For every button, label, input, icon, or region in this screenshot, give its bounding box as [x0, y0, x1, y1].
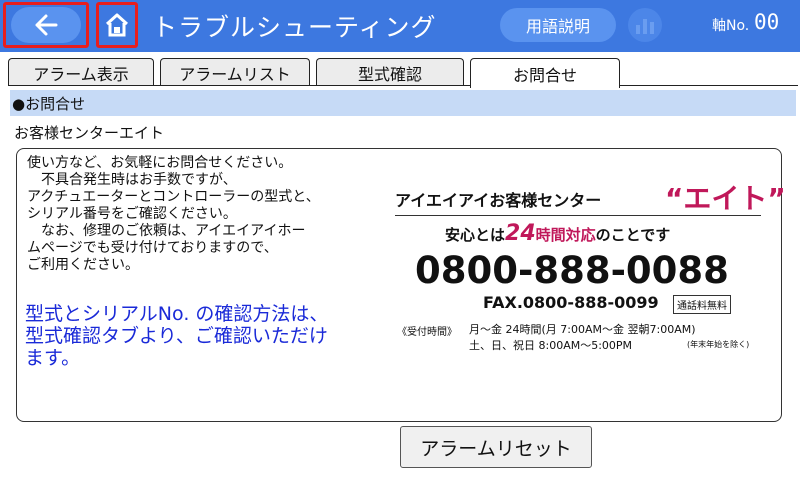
back-button-pill — [11, 7, 81, 43]
tagline-highlight: 時間対応 — [535, 226, 596, 244]
axis-number-label: 軸No. — [712, 18, 750, 34]
chart-button[interactable] — [628, 8, 662, 42]
fax-number: FAX.0800-888-0099 — [483, 293, 659, 312]
instruction-line: シリアル番号をご確認ください。 — [27, 206, 237, 222]
instruction-line: 使い方など、お気軽にお問合せください。 — [27, 155, 293, 171]
inquiry-panel: 使い方など、お気軽にお問合せください。 不具合発生時はお手数ですが、 アクチュエ… — [16, 148, 786, 422]
home-icon — [105, 13, 129, 37]
model-check-note: 型式とシリアルNo. の確認方法は、 型式確認タブより、ご確認いただけ ます。 — [25, 303, 395, 369]
home-button[interactable] — [96, 2, 138, 48]
tagline-prefix: 安心とは — [445, 226, 506, 244]
back-button[interactable] — [3, 2, 89, 48]
center-name: お客様センターエイト — [14, 124, 165, 142]
glossary-button[interactable]: 用語説明 — [500, 8, 616, 42]
hours-note: (年末年始を除く) — [687, 340, 750, 349]
bar-chart-icon — [636, 19, 654, 34]
arrow-left-icon — [35, 14, 58, 36]
ad-tagline: 安心とは24時間対応のことです — [445, 221, 670, 246]
tagline-number: 24 — [505, 221, 536, 246]
instruction-line: アクチュエーターとコントローラーの型式と、 — [27, 189, 320, 205]
tab-inquiry[interactable]: お問合せ — [470, 58, 620, 88]
note-line: ます。 — [25, 347, 81, 369]
page-title: トラブルシューティング — [152, 13, 437, 42]
ad-center-name: “エイト” — [665, 182, 786, 215]
note-line: 型式確認タブより、ご確認いただけ — [25, 325, 328, 347]
alarm-reset-button[interactable]: アラームリセット — [400, 426, 592, 468]
hours-weekday: 月～金 24時間(月 7:00AM～金 翌朝7:00AM) — [469, 323, 696, 336]
tab-alarm-list[interactable]: アラームリスト — [160, 58, 310, 86]
tab-alarm-display[interactable]: アラーム表示 — [8, 58, 154, 86]
tab-divider — [8, 85, 798, 86]
inquiry-instructions: 使い方など、お気軽にお問合せください。 不具合発生時はお手数ですが、 アクチュエ… — [27, 155, 397, 274]
axis-number-value: 00 — [754, 10, 780, 34]
hours-weekend: 土、日、祝日 8:00AM～5:00PM — [469, 339, 633, 352]
hours-label: 《受付時間》 — [397, 327, 457, 338]
instruction-line: ムページでも受け付けておりますので、 — [27, 240, 278, 256]
note-line: 型式とシリアルNo. の確認方法は、 — [25, 303, 329, 325]
instruction-line: なお、修理のご依頼は、アイエイアイホー — [27, 223, 306, 239]
header-bar: トラブルシューティング 用語説明 軸No. 00 — [0, 0, 800, 52]
section-heading: ●お問合せ — [10, 90, 796, 116]
instruction-line: ご利用ください。 — [27, 257, 139, 273]
instruction-line: 不具合発生時はお手数ですが、 — [27, 172, 237, 188]
ad-title: アイエイアイお客様センター — [395, 191, 602, 210]
tab-model-check[interactable]: 型式確認 — [316, 58, 464, 86]
ad-divider — [395, 215, 761, 216]
phone-number: 0800-888-0088 — [415, 249, 729, 292]
free-call-badge: 通話料無料 — [673, 295, 731, 314]
tagline-suffix: のことです — [595, 226, 671, 244]
tab-bar: アラーム表示 アラームリスト 型式確認 お問合せ — [8, 58, 798, 88]
